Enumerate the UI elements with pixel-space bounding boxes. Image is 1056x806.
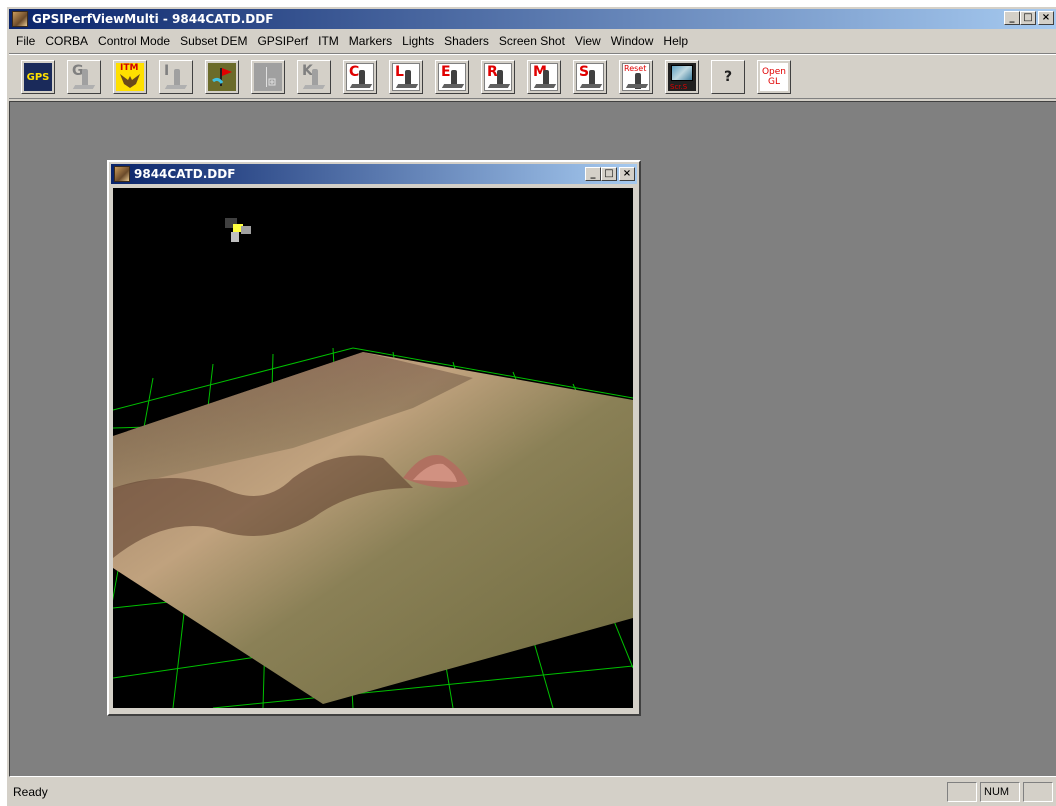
g-mode-button[interactable]: G bbox=[67, 60, 101, 94]
maximize-button[interactable]: □ bbox=[1020, 11, 1036, 25]
e-letter: E bbox=[441, 64, 451, 80]
l-mode-button[interactable]: L bbox=[389, 60, 423, 94]
flag-icon bbox=[212, 68, 232, 86]
help-button[interactable]: ? bbox=[711, 60, 745, 94]
c-letter: C bbox=[349, 64, 360, 80]
status-pane-caps bbox=[947, 782, 977, 802]
mdi-client-area: 9844CATD.DDF _ □ × bbox=[9, 101, 1056, 777]
light-source-icon[interactable] bbox=[225, 218, 251, 242]
menu-window[interactable]: Window bbox=[606, 34, 659, 48]
child-window-title: 9844CATD.DDF bbox=[134, 167, 236, 181]
add-marker-button[interactable] bbox=[251, 60, 285, 94]
screen-shot-button[interactable]: Scr.S bbox=[665, 60, 699, 94]
menu-subset-dem[interactable]: Subset DEM bbox=[175, 34, 252, 48]
s-mode-button[interactable]: S bbox=[573, 60, 607, 94]
s-letter: S bbox=[579, 64, 590, 80]
title-bar[interactable]: GPSIPerfViewMulti - 9844CATD.DDF _ □ × bbox=[9, 9, 1056, 29]
l-letter: L bbox=[395, 64, 404, 80]
menu-markers[interactable]: Markers bbox=[344, 34, 397, 48]
joystick-icon bbox=[312, 69, 318, 85]
i-letter: I bbox=[164, 63, 170, 79]
add-icon bbox=[266, 67, 276, 87]
itm-button[interactable]: ITM bbox=[113, 60, 147, 94]
joystick-icon bbox=[174, 69, 180, 85]
menu-corba[interactable]: CORBA bbox=[40, 34, 93, 48]
reset-button[interactable]: Reset bbox=[619, 60, 653, 94]
status-pane-num: NUM bbox=[980, 782, 1020, 802]
opengl-button[interactable]: Open GL bbox=[757, 60, 791, 94]
m-mode-button[interactable]: M bbox=[527, 60, 561, 94]
scrs-label: Scr.S bbox=[670, 83, 688, 91]
i-mode-button[interactable]: I bbox=[159, 60, 193, 94]
gps-label: GPS bbox=[26, 71, 50, 83]
menu-shaders[interactable]: Shaders bbox=[439, 34, 494, 48]
opengl-label: Open GL bbox=[761, 67, 787, 87]
window-title: GPSIPerfViewMulti - 9844CATD.DDF bbox=[32, 12, 274, 26]
doc-icon[interactable] bbox=[114, 166, 130, 182]
menu-bar: File CORBA Control Mode Subset DEM GPSIP… bbox=[9, 31, 1056, 51]
e-mode-button[interactable]: E bbox=[435, 60, 469, 94]
status-bar: Ready NUM bbox=[9, 779, 1056, 805]
toolbar: GPS G ITM I K C L E R M S Reset Scr.S ? … bbox=[9, 53, 1056, 99]
menu-file[interactable]: File bbox=[11, 34, 40, 48]
status-pane-scroll bbox=[1023, 782, 1053, 802]
gps-button[interactable]: GPS bbox=[21, 60, 55, 94]
reset-label: Reset bbox=[624, 64, 647, 73]
menu-itm[interactable]: ITM bbox=[313, 34, 344, 48]
monitor-icon bbox=[671, 65, 693, 81]
child-maximize-button[interactable]: □ bbox=[601, 167, 617, 181]
flag-button[interactable] bbox=[205, 60, 239, 94]
status-text: Ready bbox=[13, 785, 48, 799]
menu-lights[interactable]: Lights bbox=[397, 34, 439, 48]
close-button[interactable]: × bbox=[1038, 11, 1054, 25]
menu-screen-shot[interactable]: Screen Shot bbox=[494, 34, 570, 48]
k-mode-button[interactable]: K bbox=[297, 60, 331, 94]
c-mode-button[interactable]: C bbox=[343, 60, 377, 94]
child-minimize-button[interactable]: _ bbox=[585, 167, 601, 181]
child-title-bar[interactable]: 9844CATD.DDF _ □ × bbox=[111, 164, 637, 184]
menu-gpsiperf[interactable]: GPSIPerf bbox=[252, 34, 313, 48]
minimize-button[interactable]: _ bbox=[1004, 11, 1020, 25]
child-close-button[interactable]: × bbox=[619, 167, 635, 181]
eagle-icon bbox=[120, 74, 140, 88]
terrain-3d-viewport[interactable] bbox=[113, 188, 633, 708]
menu-control-mode[interactable]: Control Mode bbox=[93, 34, 175, 48]
menu-help[interactable]: Help bbox=[658, 34, 693, 48]
menu-view[interactable]: View bbox=[570, 34, 606, 48]
app-icon[interactable] bbox=[12, 11, 28, 27]
help-icon: ? bbox=[723, 69, 733, 85]
r-mode-button[interactable]: R bbox=[481, 60, 515, 94]
terrain-view-window: 9844CATD.DDF _ □ × bbox=[107, 160, 641, 716]
joystick-icon bbox=[82, 69, 88, 85]
main-window: GPSIPerfViewMulti - 9844CATD.DDF _ □ × F… bbox=[6, 6, 1056, 806]
